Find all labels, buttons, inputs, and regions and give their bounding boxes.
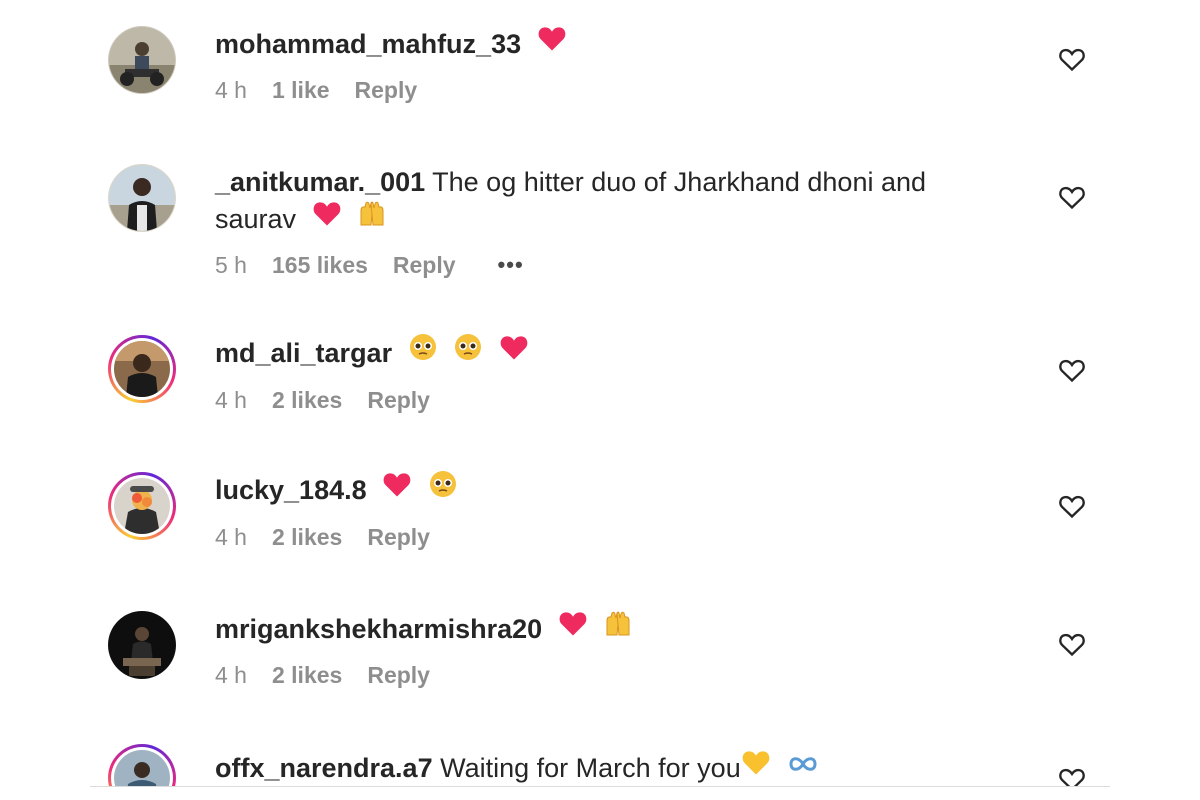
comment-username[interactable]: mohammad_mahfuz_33 [215, 29, 521, 59]
comment-username[interactable]: md_ali_targar [215, 338, 392, 368]
comment-body: _anitkumar._001 The og hitter duo of Jha… [215, 164, 1005, 279]
comment-text: mrigankshekharmishra20 [215, 611, 1005, 650]
comment-body: offx_narendra.a7 Waiting for March for y… [215, 744, 1005, 786]
avatar-story-ring[interactable] [108, 335, 176, 403]
comment-username[interactable]: lucky_184.8 [215, 475, 367, 505]
like-heart-icon[interactable] [1058, 184, 1086, 210]
avatar-image [114, 478, 170, 534]
avatar-story-ring[interactable] [108, 472, 176, 540]
avatar-image [109, 165, 175, 231]
reply-button[interactable]: Reply [393, 252, 456, 279]
raising-hands-icon [357, 199, 387, 237]
pleading-face-icon [428, 469, 458, 509]
comment-time[interactable]: 4 h [215, 524, 247, 551]
like-heart-icon[interactable] [1058, 46, 1086, 72]
like-heart-icon[interactable] [1058, 766, 1086, 786]
divider [90, 786, 1110, 787]
avatar[interactable] [108, 611, 176, 679]
heart-icon [382, 470, 412, 508]
comment-time[interactable]: 4 h [215, 77, 247, 104]
heart-icon [558, 609, 588, 647]
reply-button[interactable]: Reply [367, 524, 430, 551]
comment-body: md_ali_targar 4 h 2 likes Reply [215, 332, 1005, 414]
comment-time[interactable]: 5 h [215, 252, 247, 279]
avatar[interactable] [108, 26, 176, 94]
avatar-image [114, 750, 170, 786]
comment-meta: 5 h 165 likes Reply ••• [215, 252, 1005, 279]
pleading-face-icon [408, 332, 438, 372]
comment-meta: 4 h 2 likes Reply [215, 387, 1005, 414]
reply-button[interactable]: Reply [355, 77, 418, 104]
comment-text: lucky_184.8 [215, 469, 1005, 512]
avatar-story-ring[interactable] [108, 744, 176, 786]
avatar-image [114, 341, 170, 397]
comment-meta: 4 h 2 likes Reply [215, 662, 1005, 689]
comments-list: mohammad_mahfuz_33 4 h 1 like Reply _ani… [0, 0, 1200, 800]
comment-likes[interactable]: 2 likes [272, 662, 342, 689]
like-heart-icon[interactable] [1058, 357, 1086, 383]
heart-icon [537, 24, 567, 62]
avatar[interactable] [108, 164, 176, 232]
comment-username[interactable]: mrigankshekharmishra20 [215, 614, 542, 644]
comment-meta: 4 h 2 likes Reply [215, 524, 1005, 551]
comment-likes[interactable]: 165 likes [272, 252, 368, 279]
comment-body: mohammad_mahfuz_33 4 h 1 like Reply [215, 26, 1005, 104]
infinity-icon [786, 748, 820, 785]
heart-icon [499, 333, 529, 371]
comment-time[interactable]: 4 h [215, 387, 247, 414]
comment-meta: 4 h 1 like Reply [215, 77, 1005, 104]
comment-text: offx_narendra.a7 Waiting for March for y… [215, 750, 1005, 786]
like-heart-icon[interactable] [1058, 493, 1086, 519]
reply-button[interactable]: Reply [367, 387, 430, 414]
comment-likes[interactable]: 1 like [272, 77, 330, 104]
comment-message: Waiting for March for you [440, 753, 741, 783]
raising-hands-icon [603, 609, 633, 647]
comment-text: md_ali_targar [215, 332, 1005, 375]
more-options-icon[interactable]: ••• [498, 252, 524, 278]
like-heart-icon[interactable] [1058, 631, 1086, 657]
heart-icon [312, 199, 342, 237]
comment-text: mohammad_mahfuz_33 [215, 26, 1005, 65]
avatar-image [109, 612, 175, 678]
comment-likes[interactable]: 2 likes [272, 524, 342, 551]
comment-time[interactable]: 4 h [215, 662, 247, 689]
comment-body: lucky_184.8 4 h 2 likes Reply [215, 469, 1005, 551]
reply-button[interactable]: Reply [367, 662, 430, 689]
comment-body: mrigankshekharmishra20 4 h 2 likes Reply [215, 611, 1005, 689]
comment-likes[interactable]: 2 likes [272, 387, 342, 414]
pleading-face-icon [453, 332, 483, 372]
yellow-heart-icon [741, 748, 771, 786]
avatar-image [109, 27, 175, 93]
comment-username[interactable]: _anitkumar._001 [215, 167, 425, 197]
comment-username[interactable]: offx_narendra.a7 [215, 753, 433, 783]
comment-item: offx_narendra.a7 Waiting for March for y… [0, 744, 1200, 786]
comment-text: _anitkumar._001 The og hitter duo of Jha… [215, 164, 1005, 240]
